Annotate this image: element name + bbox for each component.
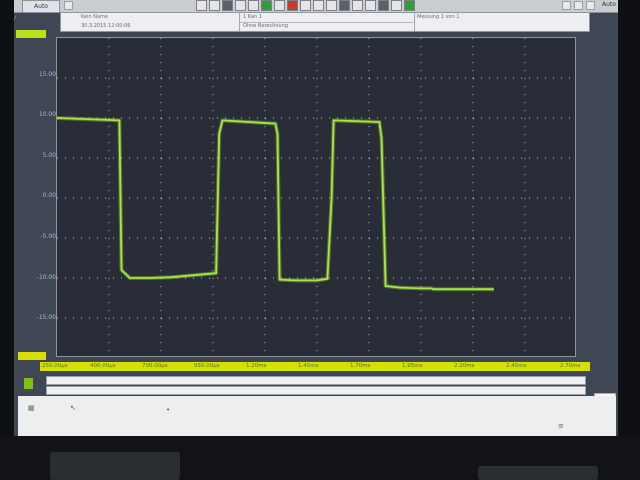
x-tick-label: 1.95ms [402,363,423,369]
x-tick-label: 1.20ms [246,363,267,369]
run-indicator-button[interactable] [24,378,33,389]
toolbar-small-button[interactable] [574,1,583,10]
dot-icon: • [166,406,171,414]
toolbar-button[interactable] [365,0,376,11]
toolbar-small-button[interactable] [64,1,73,10]
bottom-panel: ▦ ↖ • ≡ [18,396,616,436]
horizontal-scrollbar[interactable] [46,376,586,385]
y-scale-marker-top[interactable] [16,30,46,38]
toolbar-button[interactable] [274,0,285,11]
info-datetime: 30.3.2015 12:00:06 [81,23,131,29]
toolbar-button[interactable] [313,0,324,11]
y-tick-label: 15.00 [38,71,56,78]
toolbar-button[interactable] [222,0,233,11]
y-axis-unit: V [14,15,17,22]
y-tick-label: -15.00 [36,314,56,321]
toolbar-button[interactable] [196,0,207,11]
oscilloscope-plot[interactable] [56,37,577,358]
x-tick-label: 1.45ms [298,363,319,369]
x-tick-label: 2.70ms [560,363,581,369]
cursor-icon[interactable]: ↖ [70,404,76,412]
info-measurement-count: Messung 1 von 1 [417,14,460,20]
x-tick-label: 2.20ms [454,363,475,369]
toolbar-button[interactable] [326,0,337,11]
info-channel: 1 Kan 1 [243,14,262,20]
toolbar-button[interactable] [391,0,402,11]
x-tick-label: 400.00µs [90,363,116,369]
monitor-foot-left [50,452,180,480]
x-tick-label: 950.00µs [194,363,220,369]
x-tick-label: 700.00µs [142,363,168,369]
toolbar-button[interactable] [209,0,220,11]
info-calculation: Ohne Berechnung [243,23,289,29]
toolbar-button-active[interactable] [404,0,415,11]
toolbar-button[interactable] [339,0,350,11]
info-divider [414,13,415,31]
scroll-indicator-icon: ≡ [558,422,564,430]
toolbar-small-button[interactable] [586,1,595,10]
y-tick-label: -5.00 [40,233,56,240]
y-tick-label: 5.00 [42,152,56,159]
toolbar-button[interactable] [378,0,389,11]
info-name: Kein Name [81,14,109,20]
toolbar-button[interactable] [300,0,311,11]
toolbar-button[interactable] [261,0,272,11]
toolbar-button[interactable] [235,0,246,11]
auto-scale-label: Auto [602,1,616,8]
x-tick-label: 1.70ms [350,363,371,369]
signal-trace-glow [57,116,494,292]
y-tick-label: -10.00 [36,274,56,281]
y-tick-label: 0.00 [42,192,56,199]
monitor-foot-right [478,466,598,480]
x-tick-label: 2.45ms [506,363,527,369]
x-tick-label: 250.00µs [42,363,68,369]
toolbar-small-button[interactable] [562,1,571,10]
monitor-screen: Auto Auto Kein Name 30.3.2015 12:00:06 1… [14,0,618,436]
toolbar-button[interactable] [248,0,259,11]
horizontal-scrollbar-secondary[interactable] [46,386,586,395]
measurement-info-bar: Kein Name 30.3.2015 12:00:06 1 Kan 1 Ohn… [60,12,590,32]
y-tick-label: 10.00 [38,111,56,118]
toolbar-button[interactable] [352,0,363,11]
toolbar-button[interactable] [287,0,298,11]
auto-scale-button[interactable]: Auto [22,0,60,13]
y-scale-marker-bottom[interactable] [18,352,46,360]
folder-icon[interactable]: ▦ [28,404,35,412]
plot-canvas [57,38,577,358]
